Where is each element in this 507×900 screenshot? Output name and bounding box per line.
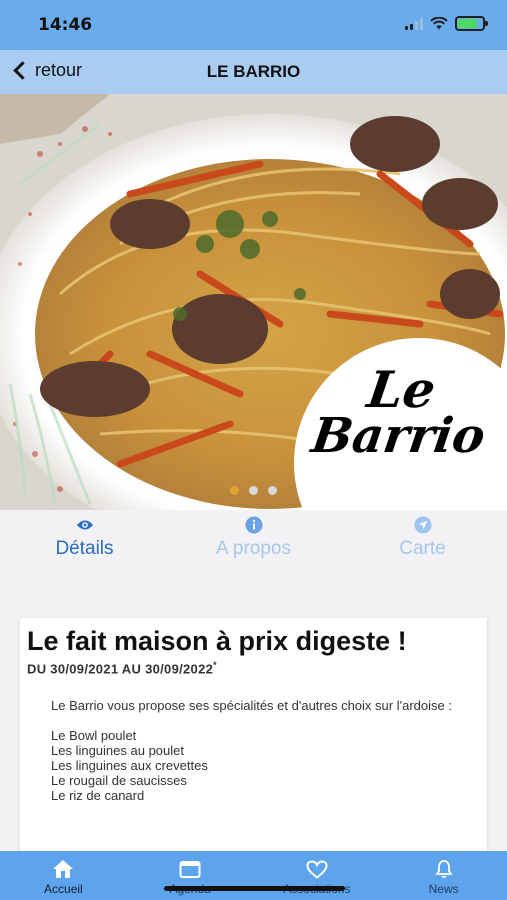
battery-level [458,19,478,28]
list-item: Le riz de canard [51,788,145,804]
info-icon [245,516,263,534]
bell-icon [434,859,453,879]
event-intro: Le Barrio vous propose ses spécialités e… [51,698,452,714]
tab-details[interactable]: Détails [0,510,169,574]
menu-list: Le Bowl poulet Les linguines au poulet L… [51,728,480,803]
list-item: Les linguines aux crevettes [51,758,208,774]
tab-map-label: Carte [399,538,446,559]
calendar-icon [179,859,201,879]
eye-icon [76,516,94,534]
home-icon [52,859,74,879]
heart-icon [306,859,328,879]
logo-word-1: Le [363,360,440,419]
signal-icon [405,17,423,30]
tab-accueil[interactable]: Accueil [0,851,127,900]
battery-icon [455,16,488,31]
list-item: Le rougail de saucisses [51,773,187,789]
tab-map[interactable]: Carte [338,510,507,574]
hero-carousel[interactable]: Le Barrio [0,94,507,510]
status-icons [405,16,488,31]
carousel-dot[interactable] [230,486,239,495]
wifi-icon [430,17,448,30]
tab-news[interactable]: News [380,851,507,900]
restaurant-logo: Le Barrio [308,360,507,464]
tab-accueil-label: Accueil [44,882,83,896]
event-date-range: DU 30/09/2021 AU 30/09/2022 [27,661,214,677]
event-dates-mark: * [213,659,217,670]
tab-about-label: A propos [216,538,291,559]
logo-word-2: Barrio [308,407,489,464]
tab-news-label: News [428,882,459,896]
list-item: Le Bowl poulet [51,728,137,744]
home-indicator[interactable] [164,886,345,891]
tab-associations[interactable]: Associations [254,851,381,900]
event-card: Le fait maison à prix digeste ! DU 30/09… [20,618,487,858]
carousel-dot[interactable] [249,486,258,495]
tab-agenda[interactable]: Agenda [127,851,254,900]
event-title: Le fait maison à prix digeste ! [27,626,407,656]
tab-details-label: Détails [55,538,114,559]
list-item: Les linguines au poulet [51,743,184,759]
event-dates: DU 30/09/2021 AU 30/09/2022* [27,660,480,676]
status-time: 14:46 [38,15,93,35]
navigation-bar: retour LE BARRIO [0,50,507,94]
status-bar: 14:46 [0,0,507,50]
bottom-tab-bar: Accueil Agenda Associations News [0,851,507,900]
location-arrow-icon [414,516,432,534]
detail-tabs: Détails A propos Carte [0,510,507,574]
carousel-dot[interactable] [268,486,277,495]
tab-about[interactable]: A propos [169,510,338,574]
page-title: LE BARRIO [206,62,301,81]
event-description: Le Barrio vous propose ses spécialités e… [27,698,480,803]
carousel-indicator[interactable] [0,486,507,495]
